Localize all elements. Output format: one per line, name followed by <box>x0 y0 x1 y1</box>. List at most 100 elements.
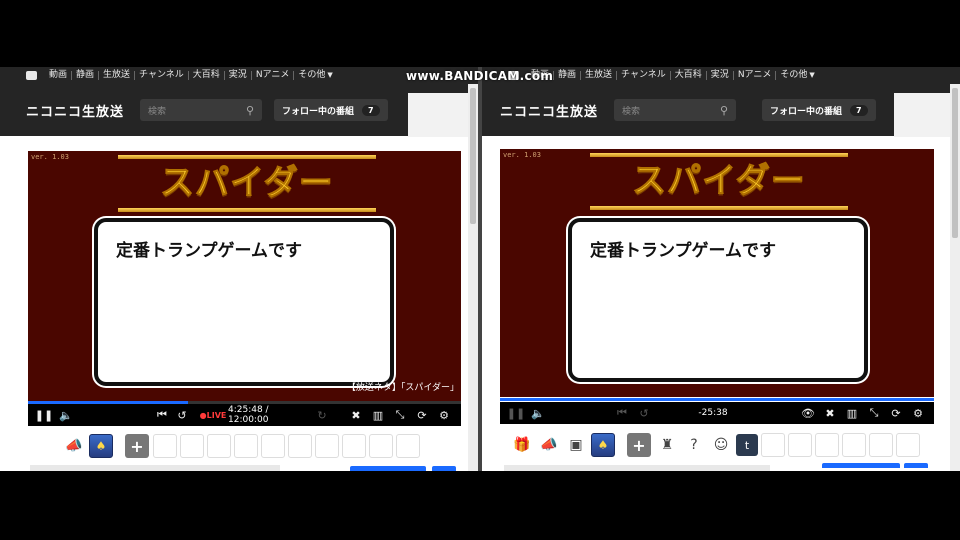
nav-dic[interactable]: 大百科 <box>187 71 224 80</box>
pause-icon[interactable]: ❚❚ <box>35 404 53 426</box>
empty-slot[interactable] <box>761 433 785 457</box>
following-programs-button[interactable]: フォロー中の番組 7 <box>274 99 388 121</box>
nav-seiga[interactable]: 静画 <box>71 71 98 80</box>
empty-slot[interactable] <box>342 434 366 458</box>
bottom-scroll-strip <box>504 465 770 471</box>
title-band-bottom <box>118 208 376 212</box>
letterbox-bottom <box>0 471 960 540</box>
site-logo[interactable]: ニコニコ生放送 <box>500 101 598 120</box>
layout-icon[interactable]: ▥ <box>844 402 860 424</box>
nav-more[interactable]: その他 ▼ <box>775 71 818 80</box>
blue-tab-small[interactable] <box>904 463 928 468</box>
top-nav: 動画 静画 生放送 チャンネル 大百科 実況 Nアニメ その他 ▼ <box>482 67 960 84</box>
site-header: ニコニコ生放送 検索 ⚲ フォロー中の番組 7 <box>482 84 960 137</box>
nav-anime[interactable]: Nアニメ <box>732 71 776 80</box>
fullscreen-icon[interactable]: ⤡ <box>866 402 882 424</box>
blue-tab-small[interactable] <box>432 466 456 471</box>
nav-channel[interactable]: チャンネル <box>616 71 670 80</box>
following-label: フォロー中の番組 <box>770 106 843 117</box>
fullscreen-icon[interactable]: ⤡ <box>392 404 408 426</box>
empty-slot[interactable] <box>261 434 285 458</box>
nav-channel[interactable]: チャンネル <box>134 71 188 80</box>
nav-jikkyo[interactable]: 実況 <box>223 71 251 80</box>
letterbox-top <box>0 0 960 67</box>
nav-video[interactable]: 動画 <box>45 71 71 80</box>
nav-live[interactable]: 生放送 <box>580 71 616 80</box>
cube-icon[interactable]: ▣ <box>564 433 588 457</box>
chevron-down-icon: ▼ <box>809 71 815 79</box>
empty-slot[interactable] <box>315 434 339 458</box>
eye-icon[interactable]: 👁 <box>800 402 816 424</box>
site-header: ニコニコ生放送 検索 ⚲ フォロー中の番組 7 <box>0 84 478 137</box>
add-button[interactable]: + <box>125 434 149 458</box>
search-icon[interactable]: ⚲ <box>720 104 728 117</box>
right-scrollbar[interactable] <box>950 84 960 471</box>
volume-icon[interactable]: 🔈 <box>530 402 546 424</box>
blue-tab[interactable] <box>350 466 426 471</box>
following-programs-button[interactable]: フォロー中の番組 7 <box>762 99 876 121</box>
player-controls: ❚❚ 🔈 ⏮ ↺ -25:38 👁 ✖ ▥ ⤡ ⟳ ⚙ <box>500 402 934 424</box>
empty-slot[interactable] <box>288 434 312 458</box>
video-player[interactable]: ver. 1.03 スパイダー 定番トランプゲームです <box>500 149 934 397</box>
game-item-icon[interactable]: ♠ <box>591 433 615 457</box>
empty-slot[interactable] <box>869 433 893 457</box>
empty-slot[interactable] <box>842 433 866 457</box>
nav-more-label: その他 <box>780 70 808 80</box>
nav-anime[interactable]: Nアニメ <box>250 71 294 80</box>
empty-slot[interactable] <box>788 433 812 457</box>
game-item-icon[interactable]: ♠ <box>89 434 113 458</box>
twitter-icon[interactable]: t <box>736 434 758 456</box>
volume-icon[interactable]: 🔈 <box>58 404 74 426</box>
ranking-icon[interactable]: ♜ <box>655 433 679 457</box>
empty-slot[interactable] <box>153 434 177 458</box>
nav-more-label: その他 <box>298 70 326 80</box>
pause-icon[interactable]: ❚❚ <box>507 402 525 424</box>
seek-track[interactable] <box>500 398 934 401</box>
empty-slot[interactable] <box>180 434 204 458</box>
game-title: スパイダー <box>632 161 806 202</box>
nav-seiga[interactable]: 静画 <box>553 71 580 80</box>
nav-more[interactable]: その他 ▼ <box>293 71 336 80</box>
empty-slot[interactable] <box>369 434 393 458</box>
nav-dic[interactable]: 大百科 <box>669 71 706 80</box>
empty-slot[interactable] <box>815 433 839 457</box>
left-scroll-thumb[interactable] <box>470 88 476 224</box>
right-scroll-thumb[interactable] <box>952 88 958 238</box>
quiz-icon[interactable]: ? <box>682 433 706 457</box>
advertise-megaphone-icon[interactable]: 📣 <box>62 434 86 458</box>
search-input[interactable]: 検索 ⚲ <box>140 99 263 121</box>
gift-icon[interactable]: 🎁 <box>510 433 534 457</box>
settings-gear-icon[interactable]: ⚙ <box>436 404 452 426</box>
comment-toggle-icon[interactable]: ✖ <box>348 404 364 426</box>
search-icon[interactable]: ⚲ <box>246 104 254 117</box>
fortune-icon[interactable]: ☺ <box>709 433 733 457</box>
skip-back-icon[interactable]: ⏮ <box>154 404 170 426</box>
skip-back-icon[interactable]: ⏮ <box>614 402 630 424</box>
advertise-megaphone-icon[interactable]: 📣 <box>537 433 561 457</box>
following-count-badge: 7 <box>850 104 868 116</box>
forward-10-icon[interactable]: ↻ <box>314 404 330 426</box>
tv-icon[interactable] <box>26 71 37 80</box>
comment-toggle-icon[interactable]: ✖ <box>822 402 838 424</box>
site-logo[interactable]: ニコニコ生放送 <box>26 101 124 120</box>
title-band-bottom <box>590 206 848 210</box>
video-player[interactable]: ver. 1.03 スパイダー 定番トランプゲームです 【放送ネタ】「スパイダー… <box>28 151 461 401</box>
rewind-10-icon[interactable]: ↺ <box>174 404 190 426</box>
nav-live[interactable]: 生放送 <box>98 71 134 80</box>
empty-slot[interactable] <box>207 434 231 458</box>
add-button[interactable]: + <box>627 433 651 457</box>
reload-icon[interactable]: ⟳ <box>888 402 904 424</box>
empty-slot[interactable] <box>234 434 258 458</box>
settings-gear-icon[interactable]: ⚙ <box>910 402 926 424</box>
nav-jikkyo[interactable]: 実況 <box>705 71 733 80</box>
blue-tab[interactable] <box>822 463 900 468</box>
reload-icon[interactable]: ⟳ <box>414 404 430 426</box>
rewind-10-icon[interactable]: ↺ <box>636 402 652 424</box>
search-input[interactable]: 検索 ⚲ <box>614 99 737 121</box>
empty-slot[interactable] <box>896 433 920 457</box>
empty-slot[interactable] <box>396 434 420 458</box>
player-controls: ❚❚ 🔈 ⏮ ↺ ●LIVE 4:25:48 / 12:00:00 ↻ ✖ ▥ … <box>28 404 461 426</box>
following-count-badge: 7 <box>362 104 380 116</box>
left-scrollbar[interactable] <box>468 84 478 471</box>
layout-icon[interactable]: ▥ <box>370 404 386 426</box>
